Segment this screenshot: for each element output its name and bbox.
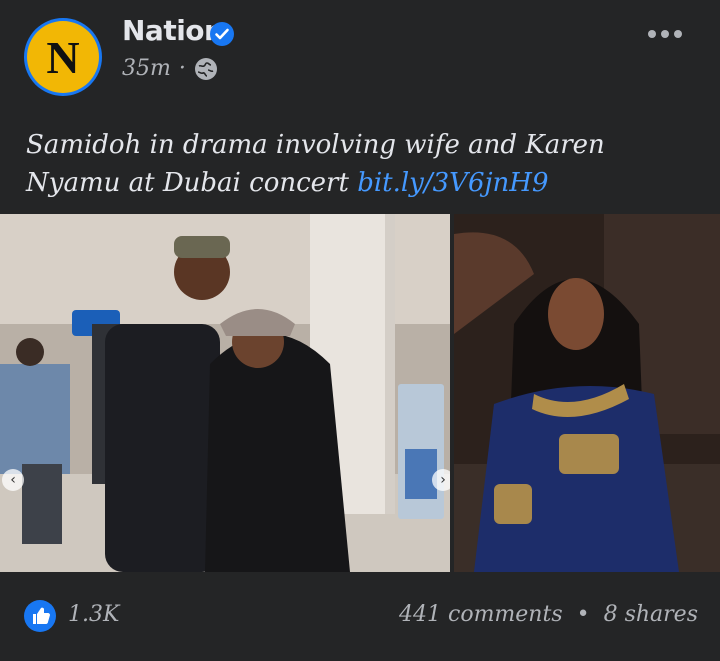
page-name[interactable]: Nation xyxy=(122,14,224,47)
post-footer: 1.3K 441 comments • 8 shares xyxy=(0,572,720,661)
comments-count[interactable]: 441 comments xyxy=(399,602,563,627)
globe-icon xyxy=(194,57,218,81)
post-caption: Samidoh in drama involving wife and Kare… xyxy=(26,126,706,202)
photo-next-icon[interactable]: › xyxy=(432,469,450,491)
more-options-icon[interactable] xyxy=(648,30,682,38)
stats-separator: • xyxy=(576,602,590,627)
airport-photo[interactable]: ‹ › xyxy=(0,214,450,572)
photo-prev-icon[interactable]: ‹ xyxy=(2,469,24,491)
post-header: N Nation 35m · xyxy=(0,0,720,110)
verified-badge-icon xyxy=(210,22,234,46)
avatar-logo: N xyxy=(27,21,99,93)
like-count[interactable]: 1.3K xyxy=(68,602,119,627)
post-meta: 35m · xyxy=(122,56,218,81)
engagement-stats: 441 comments • 8 shares xyxy=(399,602,698,627)
portrait-photo[interactable] xyxy=(454,214,720,572)
page-avatar[interactable]: N xyxy=(24,18,102,96)
caption-link[interactable]: bit.ly/3V6jnH9 xyxy=(357,168,548,198)
shares-count[interactable]: 8 shares xyxy=(604,602,698,627)
meta-separator: · xyxy=(178,56,186,81)
post-time[interactable]: 35m xyxy=(122,56,171,81)
like-reaction-icon[interactable] xyxy=(24,600,56,632)
photo-grid: ‹ › xyxy=(0,214,720,572)
